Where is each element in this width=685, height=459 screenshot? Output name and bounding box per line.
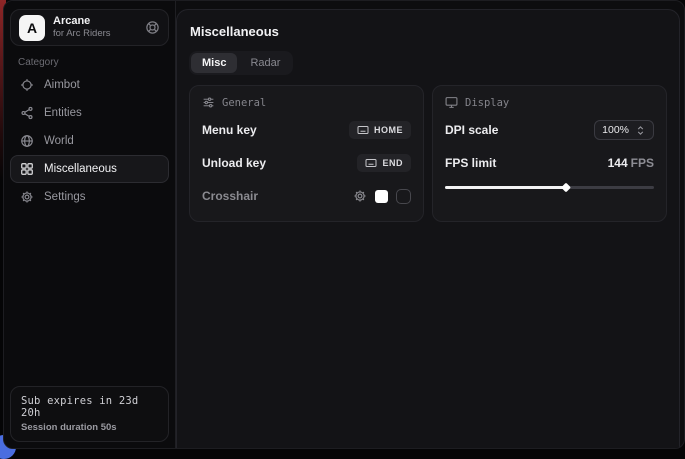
session-duration-text: Session duration 50s xyxy=(21,422,158,433)
dpi-scale-label: DPI scale xyxy=(445,123,498,137)
monitor-icon xyxy=(445,96,458,109)
display-card-title: Display xyxy=(465,97,509,109)
fps-limit-slider[interactable] xyxy=(445,182,654,192)
fps-limit-value: 144FPS xyxy=(608,156,654,170)
fps-unit: FPS xyxy=(631,156,654,170)
display-card-header: Display xyxy=(445,96,654,109)
dpi-scale-select[interactable]: 100% xyxy=(594,120,654,140)
sidebar-item-aimbot[interactable]: Aimbot xyxy=(10,71,169,99)
gear-icon xyxy=(20,190,34,204)
sidebar: A Arcane for Arc Riders Category xyxy=(4,1,176,448)
menu-key-value: HOME xyxy=(374,125,403,135)
crosshair-icon xyxy=(20,78,34,92)
app-title: Arcane xyxy=(53,15,111,28)
sidebar-item-label: Aimbot xyxy=(44,79,80,91)
menu-key-row: Menu key HOME xyxy=(202,118,411,142)
keyboard-icon xyxy=(357,124,369,136)
crosshair-controls xyxy=(353,189,411,204)
sidebar-item-miscellaneous[interactable]: Miscellaneous xyxy=(10,155,169,183)
main-panel: Miscellaneous Misc Radar General xyxy=(176,9,680,448)
sidebar-item-label: World xyxy=(44,135,74,147)
chevrons-up-down-icon xyxy=(635,125,646,136)
general-card-header: General xyxy=(202,96,411,109)
tab-misc[interactable]: Misc xyxy=(191,53,237,73)
slider-fill xyxy=(445,186,566,189)
sidebar-item-label: Entities xyxy=(44,107,82,119)
sidebar-item-label: Settings xyxy=(44,191,86,203)
keyboard-icon xyxy=(365,157,377,169)
app-logo: A xyxy=(19,15,45,41)
crosshair-row: Crosshair xyxy=(202,184,411,208)
sliders-icon xyxy=(202,96,215,109)
tab-radar[interactable]: Radar xyxy=(239,53,291,73)
crosshair-enabled-checkbox[interactable] xyxy=(396,189,411,204)
slider-thumb[interactable] xyxy=(561,182,571,192)
subscription-status-card: Sub expires in 23d 20h Session duration … xyxy=(10,386,169,442)
unload-key-row: Unload key END xyxy=(202,151,411,175)
app-window: A Arcane for Arc Riders Category xyxy=(3,0,685,449)
fps-limit-label: FPS limit xyxy=(445,156,496,170)
sidebar-item-label: Miscellaneous xyxy=(44,163,117,175)
sub-expiry-text: Sub expires in 23d 20h xyxy=(21,395,158,419)
sidebar-item-world[interactable]: World xyxy=(10,127,169,155)
menu-key-label: Menu key xyxy=(202,123,257,137)
crosshair-label: Crosshair xyxy=(202,189,258,203)
app-subtitle: for Arc Riders xyxy=(53,28,111,39)
crosshair-settings-gear-icon[interactable] xyxy=(353,189,367,203)
category-label: Category xyxy=(18,57,59,68)
menu-key-bind-button[interactable]: HOME xyxy=(349,121,411,139)
sidebar-item-settings[interactable]: Settings xyxy=(10,183,169,211)
unload-key-bind-button[interactable]: END xyxy=(357,154,411,172)
brand-text: Arcane for Arc Riders xyxy=(53,15,111,40)
fps-number: 144 xyxy=(608,156,628,170)
dpi-scale-row: DPI scale 100% xyxy=(445,118,654,142)
display-card: Display DPI scale 100% FPS limit xyxy=(432,85,667,222)
unload-key-value: END xyxy=(382,158,403,168)
entities-icon xyxy=(20,106,34,120)
grid-icon xyxy=(20,162,34,176)
card-row: General Menu key HOME xyxy=(189,85,667,222)
crosshair-color-swatch[interactable] xyxy=(375,190,388,203)
brand-card: A Arcane for Arc Riders xyxy=(10,9,169,46)
sidebar-nav: Aimbot Entities xyxy=(10,71,169,211)
dpi-scale-value: 100% xyxy=(602,124,629,136)
sidebar-item-entities[interactable]: Entities xyxy=(10,99,169,127)
tab-bar: Misc Radar xyxy=(189,51,293,75)
general-card: General Menu key HOME xyxy=(189,85,424,222)
general-card-title: General xyxy=(222,97,266,109)
page-title: Miscellaneous xyxy=(190,24,679,39)
fps-limit-row: FPS limit 144FPS xyxy=(445,151,654,175)
lifebuoy-icon[interactable] xyxy=(145,20,160,35)
unload-key-label: Unload key xyxy=(202,156,266,170)
globe-icon xyxy=(20,134,34,148)
